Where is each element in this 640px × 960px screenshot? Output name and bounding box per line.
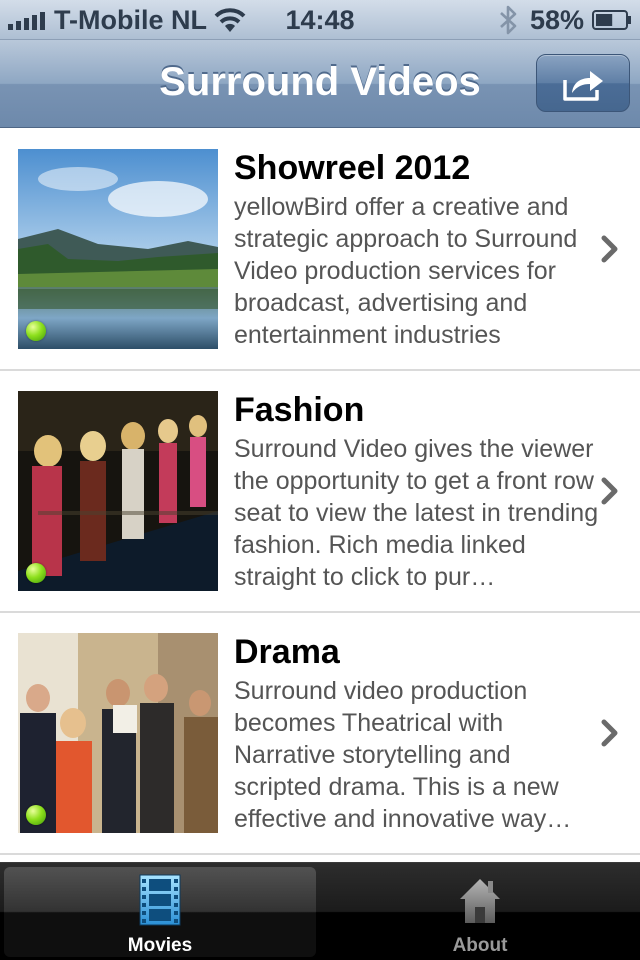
house-icon: [460, 879, 500, 923]
video-list: Showreel 2012 yellowBird offer a creativ…: [0, 129, 640, 862]
item-description: Surround video production becomes Theatr…: [234, 677, 572, 833]
item-description: Surround Video gives the viewer the oppo…: [234, 435, 599, 591]
tab-movies[interactable]: Movies: [0, 863, 320, 960]
bluetooth-icon: [500, 5, 517, 35]
clock-time: 14:48: [285, 5, 355, 35]
list-item-showreel[interactable]: Showreel 2012 yellowBird offer a creativ…: [0, 129, 640, 371]
item-title: Drama: [234, 633, 340, 671]
tab-label-about: About: [452, 935, 508, 956]
signal-icon: [8, 12, 45, 30]
item-description: yellowBird offer a creative and strategi…: [234, 193, 578, 349]
tab-about[interactable]: About: [320, 863, 640, 960]
battery-percentage: 58%: [530, 5, 585, 35]
list-item-fashion[interactable]: Fashion Surround Video gives the viewer …: [0, 371, 640, 613]
item-title: Showreel 2012: [234, 149, 471, 187]
chevron-right-icon: [601, 719, 618, 747]
tab-bar: Movies About: [0, 862, 640, 960]
share-icon: [563, 71, 603, 101]
status-dot-available: [26, 805, 46, 825]
chevron-right-icon: [601, 477, 618, 505]
status-dot-available: [26, 563, 46, 583]
navigation-bar: Surround Videos: [0, 40, 640, 128]
carrier-name: T-Mobile NL: [54, 5, 207, 35]
status-dot-available: [26, 321, 46, 341]
tab-label-movies: Movies: [127, 935, 193, 956]
item-title: Fashion: [234, 391, 365, 429]
thumbnail-fashion-runway: [18, 391, 218, 591]
wifi-icon: [214, 8, 246, 32]
thumbnail-group-photo: [18, 633, 218, 833]
chevron-right-icon: [601, 235, 618, 263]
film-icon: [139, 874, 181, 926]
thumbnail-lake-landscape: [18, 149, 218, 349]
list-item-drama[interactable]: Drama Surround video production becomes …: [0, 613, 640, 855]
battery-icon: [592, 10, 631, 30]
status-bar: T-Mobile NL 14:48 58%: [0, 0, 640, 40]
share-button[interactable]: [536, 54, 630, 112]
